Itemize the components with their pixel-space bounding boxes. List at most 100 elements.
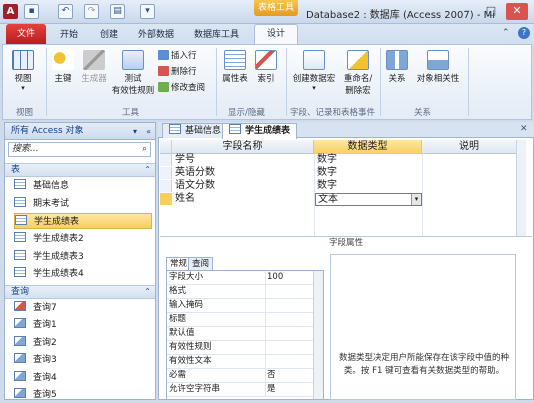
rename-delete-macro-label-1: 重命名/ [343,74,373,84]
save-icon[interactable]: ▪ [24,4,39,19]
object-dependencies-button[interactable]: 对象相关性 [414,50,462,84]
group-label-events: 字段、记录和表格事件 [290,108,376,118]
data-type-cell[interactable]: 数字 [317,167,417,179]
data-type-cell[interactable]: 数字 [317,180,417,192]
close-button[interactable]: ✕ [506,3,528,20]
undo-icon[interactable]: ↶ [58,4,73,19]
data-type-select[interactable]: 文本 ▾ [315,193,422,206]
rename-delete-macro-button[interactable]: 重命名/ 删除宏 [340,50,376,96]
nav-item-label: 查询5 [33,390,57,400]
tab-home[interactable]: 开始 [60,27,78,40]
property-row[interactable]: 有效性规则 [167,341,313,355]
restore-button[interactable]: □ [480,3,502,20]
property-value[interactable]: 是 [267,383,276,396]
property-row[interactable]: 允许空字符串 是 [167,383,313,397]
key-icon [52,50,74,70]
builder-icon [83,50,105,70]
field-name-cell[interactable]: 语文分数 [175,180,311,192]
property-grid-scrollbar[interactable] [313,271,323,399]
property-name: 输入掩码 [169,300,204,310]
property-row[interactable]: 格式 [167,285,313,299]
grid-select-all[interactable] [160,140,172,154]
relationships-button[interactable]: 关系 [384,50,410,84]
property-divider [265,369,266,382]
row-selector-current[interactable] [160,193,172,205]
tab-lookup[interactable]: 查阅 [188,257,214,270]
indexes-button[interactable]: 索引 [254,50,278,84]
create-data-macros-button[interactable]: 创建数据宏 ▾ [288,50,340,92]
modify-lookups-button[interactable]: 修改查阅 [158,81,205,93]
test-validation-rules-button[interactable]: 测试 有效性规则 [110,50,156,96]
minimize-ribbon-icon[interactable]: ⌃ [502,28,510,38]
toolbar-icon[interactable]: ▤ [110,4,125,19]
property-row[interactable]: 标题 [167,313,313,327]
nav-pane-header[interactable]: 所有 Access 对象 ▾ « [4,122,156,140]
nav-item-table[interactable]: 学生成绩表4 [14,266,152,282]
tab-design[interactable]: 设计 [254,24,298,45]
insert-rows-button[interactable]: 插入行 [158,49,197,61]
nav-item-query[interactable]: 查询7 [14,300,152,316]
nav-item-table-selected[interactable]: 学生成绩表 [14,213,152,229]
field-name-cell[interactable]: 学号 [175,154,311,166]
close-document-icon[interactable]: ✕ [520,124,528,134]
doc-tab-student-scores[interactable]: 学生成绩表 [222,123,298,139]
nav-item-table[interactable]: 学生成绩表2 [14,231,152,247]
property-row[interactable]: 必需 否 [167,369,313,383]
nav-item-table[interactable]: 学生成绩表3 [14,249,152,265]
data-type-cell[interactable]: 数字 [317,154,417,166]
redo-icon[interactable]: ↷ [84,4,99,19]
field-name-cell[interactable]: 姓名 [175,193,311,205]
query-icon [14,318,26,328]
row-selector[interactable] [160,154,172,166]
property-value[interactable]: 100 [267,271,283,284]
builder-button[interactable]: 生成器 [78,50,110,84]
view-button[interactable]: 视图 ▾ [8,50,38,92]
nav-search-input[interactable]: 搜索... ⌕ [8,142,151,157]
property-row[interactable]: 有效性文本 [167,355,313,369]
row-selector[interactable] [160,167,172,179]
help-panel [330,254,516,400]
nav-section-tables[interactable]: 表 ⌃ [5,163,155,177]
row-selector[interactable] [160,180,172,192]
nav-section-queries[interactable]: 查询 ⌃ [5,285,155,299]
modify-lookups-label: 修改查阅 [171,83,206,93]
doc-tab-label: 基础信息 [185,126,222,136]
delete-rows-button[interactable]: 删除行 [158,65,197,77]
property-row[interactable]: 默认值 [167,327,313,341]
delete-rows-icon [158,66,169,76]
property-row[interactable]: 字段大小 100 [167,271,313,285]
grid-vertical-scrollbar[interactable] [516,140,526,236]
chevron-down-icon[interactable]: ▾ [133,123,137,140]
nav-section-tables-label: 表 [11,165,21,175]
property-name: 默认值 [169,328,195,338]
nav-item-table[interactable]: 期末考试 [14,196,152,212]
collapse-pane-icon[interactable]: « [146,123,151,140]
dropdown-arrow-icon[interactable]: ▾ [411,194,421,205]
nav-item-query[interactable]: 查询2 [14,335,152,351]
tab-database-tools[interactable]: 数据库工具 [194,27,239,40]
property-value[interactable]: 否 [267,369,276,382]
table-icon [169,124,181,134]
primary-key-button[interactable]: 主键 [50,50,76,84]
nav-item-query[interactable]: 查询5 [14,387,152,403]
nav-item-query[interactable]: 查询1 [14,317,152,333]
customize-quick-access-icon[interactable]: ▾ [140,4,155,19]
nav-item-query[interactable]: 查询4 [14,370,152,386]
field-name-cell[interactable]: 英语分数 [175,167,311,179]
minimize-button[interactable]: – [456,3,478,20]
doc-tab-basic-info[interactable]: 基础信息 [162,123,229,138]
property-divider [265,327,266,340]
nav-item-query[interactable]: 查询3 [14,352,152,368]
relationships-label: 关系 [388,74,406,84]
property-sheet-button[interactable]: 属性表 [220,50,250,84]
nav-item-table[interactable]: 基础信息 [14,178,152,194]
help-icon[interactable]: ? [518,27,530,39]
tab-create[interactable]: 创建 [100,27,118,40]
chevron-down-icon: ▾ [21,84,25,92]
tab-external-data[interactable]: 外部数据 [138,27,174,40]
access-app-icon[interactable]: A [3,4,18,19]
tab-file[interactable]: 文件 [6,24,46,44]
table-tools-context-tab: 表格工具 [254,0,298,16]
table-icon [14,179,26,189]
property-row[interactable]: 输入掩码 [167,299,313,313]
